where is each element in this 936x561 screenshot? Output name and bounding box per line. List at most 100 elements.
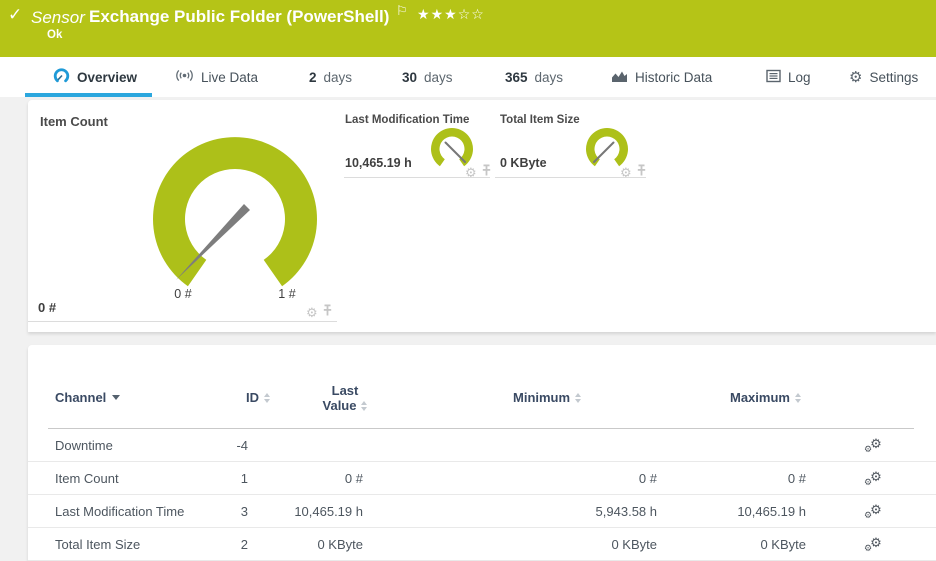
channel-name: Item Count <box>55 471 119 486</box>
channel-maximum: 0 # <box>787 471 806 486</box>
gauge-scale-min: 0 # <box>174 287 192 301</box>
gauge-value-total-item-size: 0 KByte <box>500 156 547 170</box>
channel-last-value: 10,465.19 h <box>294 504 363 519</box>
channel-last-value: 0 KByte <box>317 537 363 552</box>
tab-label: Settings <box>869 69 919 85</box>
tile-tools: ⚙ <box>306 303 333 321</box>
column-header-id[interactable]: ID <box>246 390 270 405</box>
tab-number: 365 <box>505 69 528 85</box>
star-empty-icon[interactable]: ☆ <box>458 6 472 22</box>
pin-icon[interactable] <box>481 163 492 181</box>
item-count-gauge <box>153 137 317 287</box>
tab-label: days <box>534 69 564 85</box>
channel-table-panel: Channel ID Last Value Minimum Maximum Do… <box>28 345 936 561</box>
channel-name: Total Item Size <box>55 537 141 552</box>
column-header-maximum[interactable]: Maximum <box>730 390 801 405</box>
table-row: Last Modification Time 3 10,465.19 h 5,9… <box>28 495 936 528</box>
tab-log[interactable]: Log <box>766 57 811 97</box>
channel-name: Last Modification Time <box>55 504 185 519</box>
column-header-label: Channel <box>55 390 107 405</box>
channel-settings-button[interactable]: ⚙ ⚙ <box>864 495 882 528</box>
tab-label: Log <box>788 69 811 85</box>
gauge-title-item-count: Item Count <box>40 114 108 129</box>
area-chart-icon <box>611 69 628 86</box>
star-filled-icon[interactable]: ★ <box>417 6 431 22</box>
star-empty-icon[interactable]: ☆ <box>471 6 485 22</box>
channel-minimum: 5,943.58 h <box>595 504 657 519</box>
tile-gear-icon[interactable]: ⚙ <box>306 306 318 319</box>
gauge-scale-max: 1 # <box>278 287 296 301</box>
gauge-value-last-modification-time: 10,465.19 h <box>345 156 412 170</box>
sort-icon <box>264 393 270 403</box>
channel-minimum: 0 # <box>638 471 657 486</box>
tab-live-data[interactable]: Live Data <box>175 57 258 97</box>
pin-icon[interactable] <box>322 303 333 321</box>
column-header-minimum[interactable]: Minimum <box>513 390 582 405</box>
tab-365-days[interactable]: 365 days <box>505 57 563 97</box>
channel-maximum: 10,465.19 h <box>737 504 806 519</box>
column-header-label: ID <box>246 390 259 405</box>
gauge-icon <box>53 67 70 87</box>
channel-settings-button[interactable]: ⚙ ⚙ <box>864 462 882 495</box>
table-row: Total Item Size 2 0 KByte 0 KByte 0 KByt… <box>28 528 936 561</box>
big-gear-icon: ⚙ <box>870 436 882 451</box>
tab-label: Historic Data <box>635 69 713 85</box>
channel-id: -4 <box>236 438 248 453</box>
active-tab-indicator <box>25 93 152 97</box>
log-list-icon <box>766 69 781 86</box>
page-title: Exchange Public Folder (PowerShell) <box>89 7 390 26</box>
gauge-value-item-count: 0 # <box>38 300 57 315</box>
column-header-label: Maximum <box>730 390 790 405</box>
sort-icon <box>361 401 368 411</box>
priority-stars[interactable]: ★★★☆☆ <box>417 6 485 23</box>
gauge-title-last-modification-time: Last Modification Time <box>345 114 470 126</box>
table-row: Item Count 1 0 # 0 # 0 # ⚙ ⚙ <box>28 462 936 495</box>
tab-label: Live Data <box>201 69 259 85</box>
big-gear-icon: ⚙ <box>870 469 882 484</box>
tile-divider <box>344 177 490 178</box>
tab-number: 2 <box>309 69 317 85</box>
tab-2-days[interactable]: 2 days <box>309 57 352 97</box>
column-header-label: Minimum <box>513 390 571 405</box>
sort-desc-icon <box>112 395 121 400</box>
channel-id: 3 <box>240 504 248 519</box>
sort-icon <box>575 393 582 403</box>
sort-icon <box>794 393 801 403</box>
flag-icon[interactable]: ⚐ <box>396 3 408 19</box>
tab-label: Overview <box>77 69 138 85</box>
star-filled-icon[interactable]: ★ <box>431 6 445 22</box>
channel-name: Downtime <box>55 438 113 453</box>
column-header-channel[interactable]: Channel <box>55 390 121 405</box>
channel-id: 2 <box>240 537 248 552</box>
channel-id: 1 <box>240 471 248 486</box>
tab-label: days <box>424 69 453 85</box>
tab-label: days <box>323 69 353 85</box>
column-header-label: Last Value <box>322 383 359 413</box>
big-gear-icon: ⚙ <box>870 535 882 550</box>
channel-settings-button[interactable]: ⚙ ⚙ <box>864 429 882 462</box>
channel-minimum: 0 KByte <box>611 537 657 552</box>
sensor-header: ✓ Sensor Exchange Public Folder (PowerSh… <box>0 0 936 57</box>
gear-icon: ⚙ <box>849 68 863 86</box>
tile-tools: ⚙ <box>620 163 647 181</box>
status-ok-check-icon: ✓ <box>8 5 23 24</box>
big-gear-icon: ⚙ <box>870 502 882 517</box>
tile-divider <box>495 177 646 178</box>
tab-settings[interactable]: ⚙ Settings <box>849 57 918 97</box>
live-data-icon <box>175 68 194 86</box>
column-header-last-value[interactable]: Last Value <box>316 383 374 413</box>
channel-settings-button[interactable]: ⚙ ⚙ <box>864 528 882 561</box>
pin-icon[interactable] <box>636 163 647 181</box>
tile-divider <box>28 321 337 322</box>
table-row: Downtime -4 ⚙ ⚙ <box>28 429 936 462</box>
gauges-panel: Item Count 0 # 1 # 0 # ⚙ Last Modificati… <box>28 100 936 332</box>
channel-last-value: 0 # <box>344 471 363 486</box>
star-filled-icon[interactable]: ★ <box>444 6 458 22</box>
status-badge: Ok <box>47 29 63 41</box>
tile-tools: ⚙ <box>465 163 492 181</box>
tab-overview[interactable]: Overview <box>53 57 137 97</box>
tab-bar: Overview Live Data 2 days 30 days 365 days … <box>0 57 936 97</box>
tab-30-days[interactable]: 30 days <box>402 57 453 97</box>
tab-historic-data[interactable]: Historic Data <box>611 57 712 97</box>
sensor-overview-page: ✓ Sensor Exchange Public Folder (PowerSh… <box>0 0 936 561</box>
